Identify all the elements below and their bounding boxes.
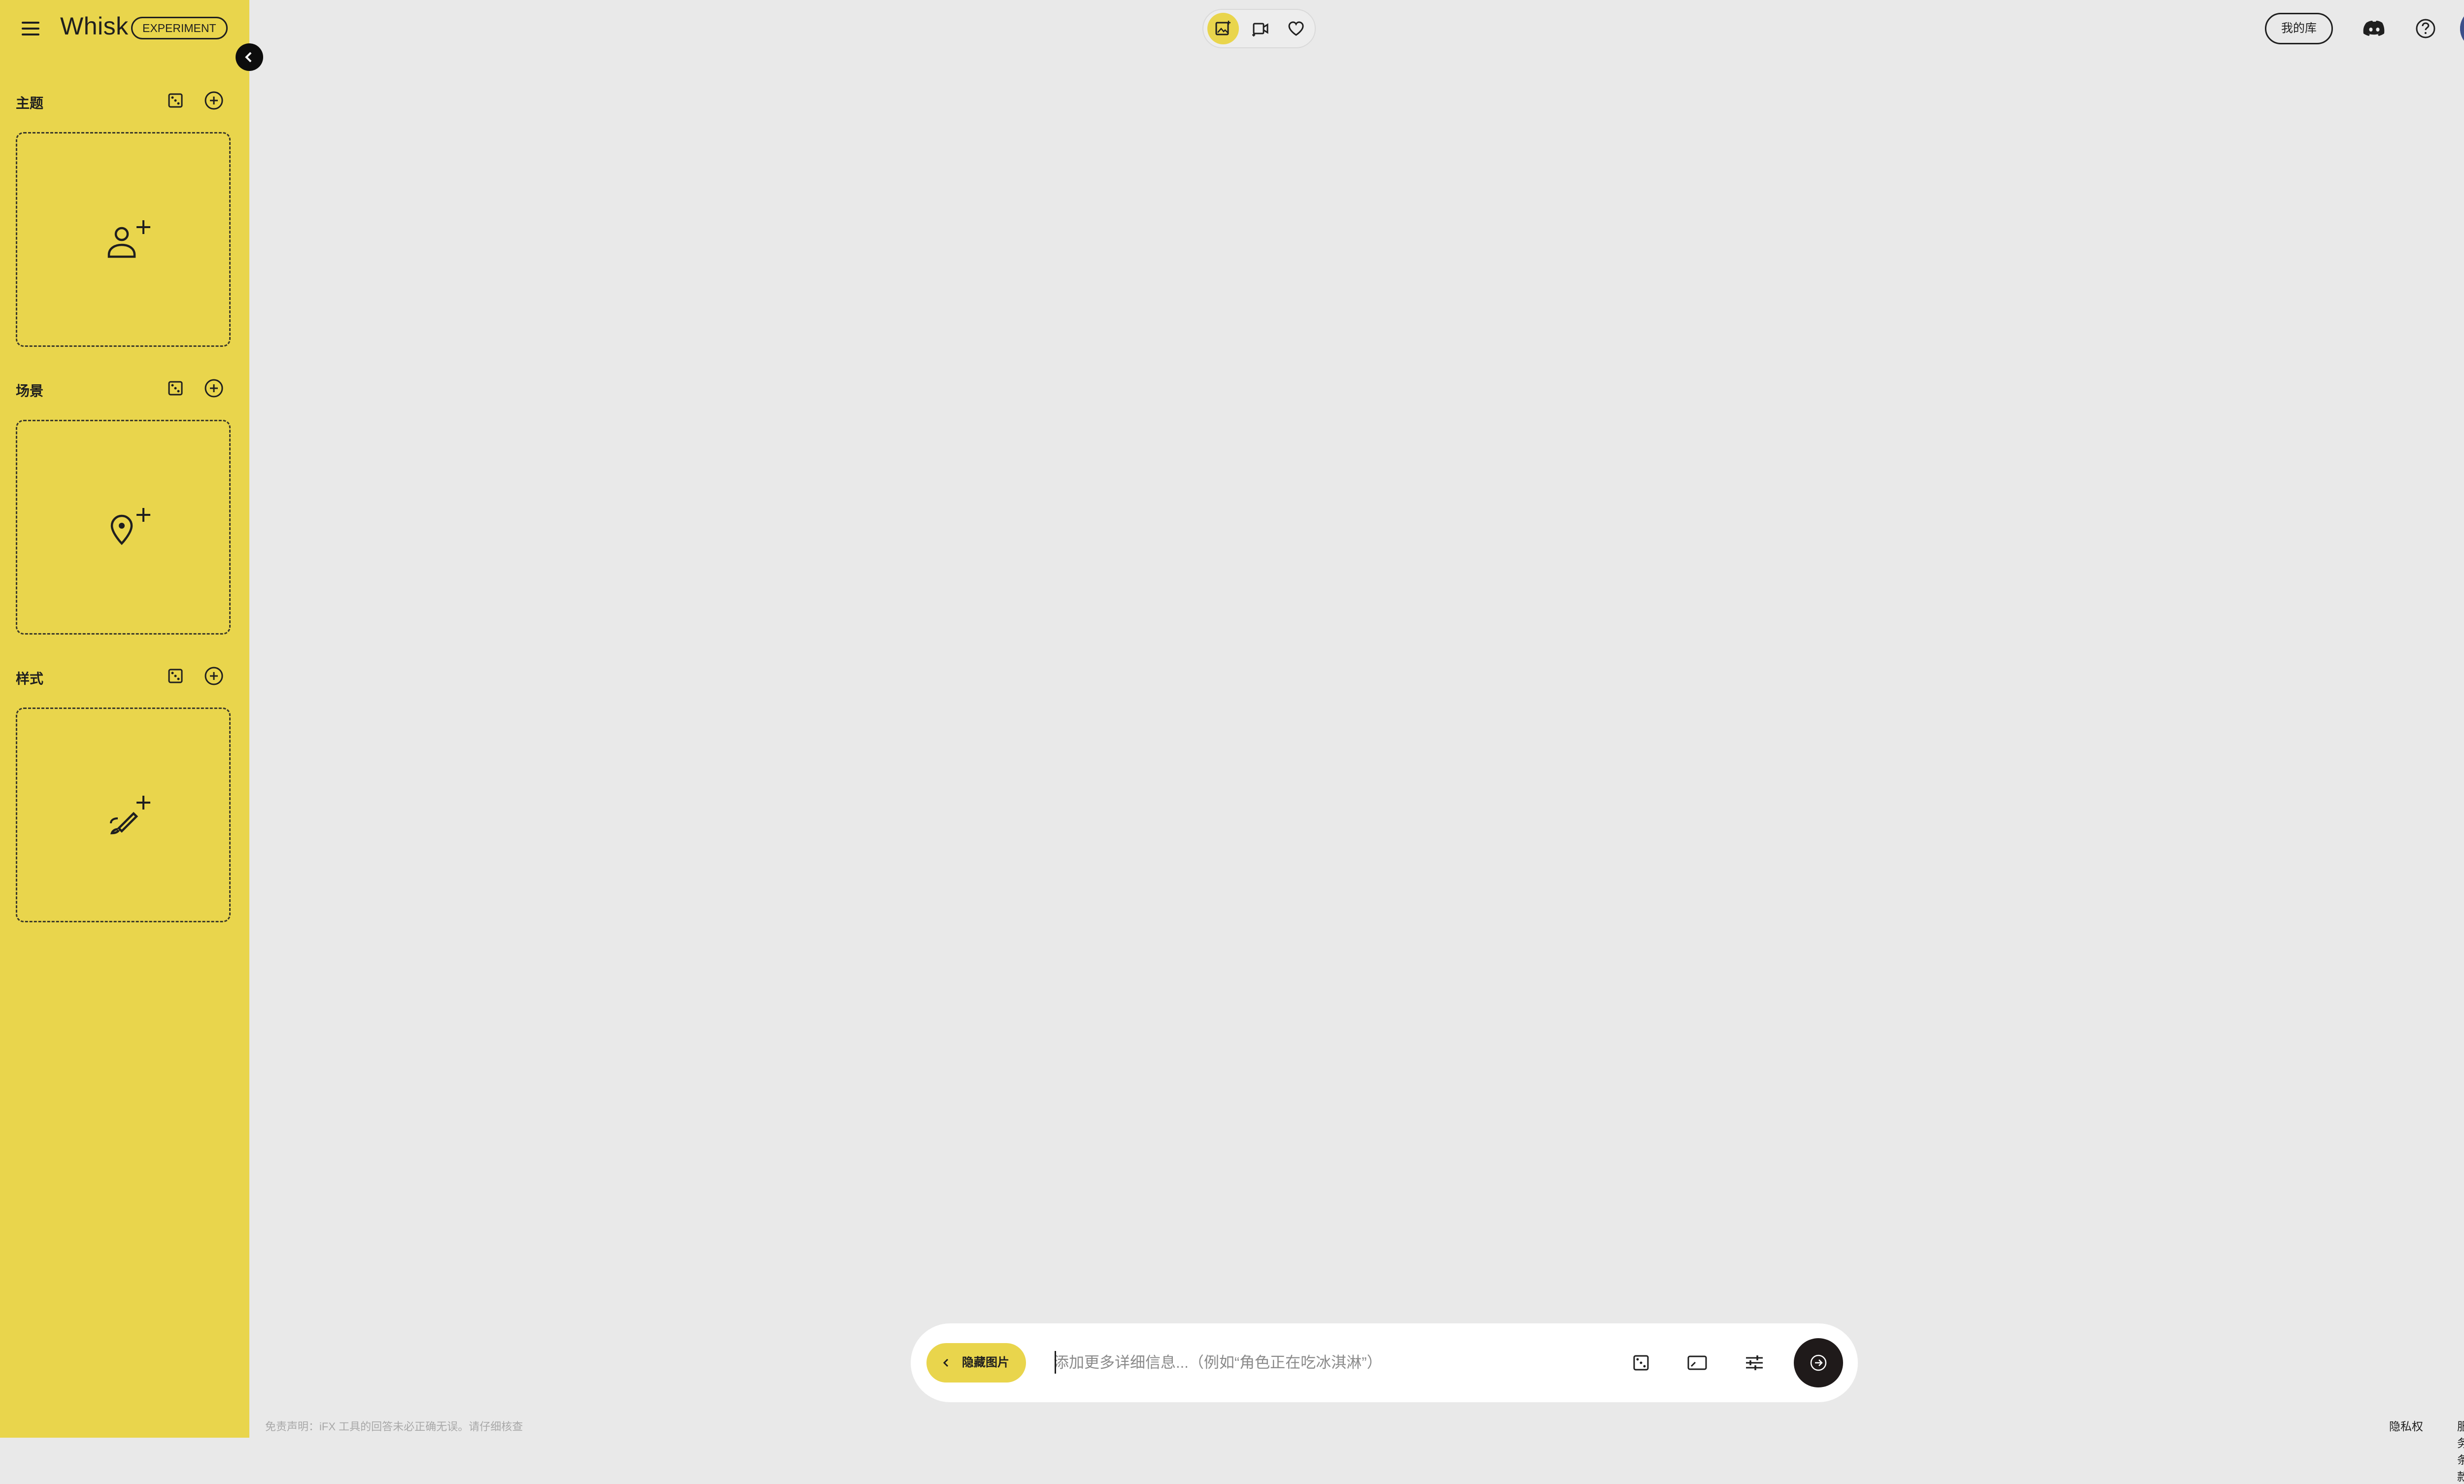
person-add-icon: [107, 220, 150, 258]
app-title: Whisk: [60, 12, 129, 40]
disclaimer-text: 免责声明：iFX 工具的回答未必正确无误。请仔细核查: [265, 1420, 523, 1433]
prompt-input[interactable]: [1054, 1347, 1546, 1379]
dice-icon: [168, 381, 183, 396]
my-library-button[interactable]: 我的库: [2265, 13, 2333, 44]
add-scene-button[interactable]: [200, 374, 228, 402]
help-button[interactable]: [2412, 15, 2439, 42]
text-caret: [1055, 1351, 1056, 1374]
dice-icon: [1633, 1355, 1649, 1371]
favorites-button[interactable]: [1280, 13, 1312, 44]
section-title-subject: 主题: [16, 96, 44, 111]
terms-link[interactable]: 服务条款: [2457, 1417, 2464, 1484]
style-dropzone[interactable]: [16, 708, 231, 922]
section-title-style: 样式: [16, 671, 44, 686]
add-style-button[interactable]: [200, 662, 228, 690]
submit-button[interactable]: [1794, 1338, 1843, 1387]
arrow-right-icon: [1810, 1354, 1827, 1371]
video-create-icon: [1252, 23, 1268, 36]
experiment-badge: EXPERIMENT: [131, 17, 228, 39]
add-circle-icon: [205, 667, 223, 685]
user-avatar[interactable]: [2460, 8, 2464, 49]
sidebar: Whisk EXPERIMENT 主题 场景 样式: [0, 0, 249, 1438]
discord-icon: [2363, 21, 2385, 36]
aspect-ratio-icon: [1687, 1355, 1707, 1370]
chevron-left-icon: [943, 1358, 949, 1367]
aspect-ratio-button[interactable]: [1682, 1348, 1712, 1378]
hide-images-label: 隐藏图片: [962, 1356, 1009, 1369]
heart-icon: [1288, 21, 1304, 36]
random-scene-button[interactable]: [162, 374, 189, 402]
collapse-sidebar-button[interactable]: [236, 43, 263, 71]
subject-dropzone[interactable]: [16, 132, 231, 347]
image-mode-button[interactable]: [1207, 13, 1239, 44]
random-subject-button[interactable]: [162, 87, 189, 114]
location-add-icon: [110, 508, 150, 545]
hide-images-button[interactable]: 隐藏图片: [926, 1343, 1026, 1383]
dice-icon: [168, 93, 183, 108]
privacy-link[interactable]: 隐私权: [2389, 1417, 2423, 1434]
section-title-scene: 场景: [16, 383, 44, 399]
chevron-left-icon: [245, 52, 252, 63]
add-circle-icon: [205, 379, 223, 398]
mode-switcher: [1202, 9, 1316, 48]
brush-add-icon: [110, 796, 150, 835]
menu-button[interactable]: [20, 18, 45, 39]
discord-button[interactable]: [2361, 15, 2388, 42]
video-mode-button[interactable]: [1244, 13, 1275, 44]
add-subject-button[interactable]: [200, 87, 228, 114]
prompt-bar: 隐藏图片: [911, 1323, 1858, 1402]
random-style-button[interactable]: [162, 662, 189, 690]
help-icon: [2416, 19, 2435, 38]
scene-dropzone[interactable]: [16, 420, 231, 635]
add-circle-icon: [205, 91, 223, 110]
dice-icon: [168, 669, 183, 683]
tune-icon: [1746, 1355, 1763, 1370]
settings-button[interactable]: [1740, 1348, 1769, 1378]
menu-icon: [22, 22, 39, 24]
avatar-image: [2460, 8, 2464, 49]
random-prompt-button[interactable]: [1626, 1348, 1656, 1378]
image-create-icon: [1215, 21, 1231, 35]
